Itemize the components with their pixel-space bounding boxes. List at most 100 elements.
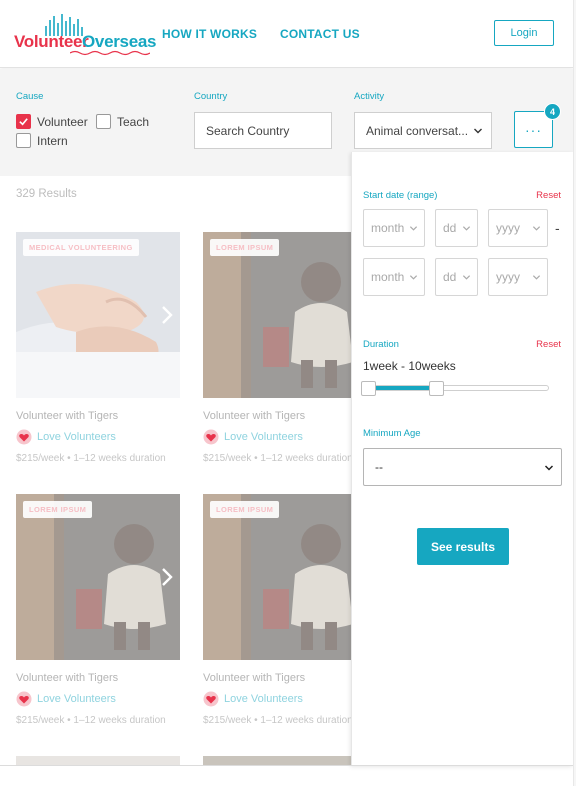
cause-intern-label: Intern	[37, 133, 68, 148]
card-organization[interactable]: Love Volunteers	[16, 691, 116, 707]
minimum-age-select[interactable]: --	[363, 448, 562, 486]
site-header: Volunteer Overseas HOW IT WORKS CONTACT …	[0, 0, 573, 68]
love-volunteers-logo-icon	[16, 429, 32, 445]
chevron-down-icon	[462, 275, 471, 280]
card-image: MEDICAL VOLUNTEERING	[16, 232, 180, 398]
card-category-tag: MEDICAL VOLUNTEERING	[23, 239, 139, 256]
start-year-select[interactable]: yyyy	[488, 209, 548, 247]
end-day-select[interactable]: dd	[435, 258, 478, 296]
nav-contact-us[interactable]: CONTACT US	[280, 27, 360, 41]
cause-label: Cause	[16, 91, 44, 102]
card-title[interactable]: Volunteer with Tigers	[16, 410, 118, 422]
start-year-placeholder: yyyy	[496, 221, 520, 235]
card-price: $215/week • 1–12 weeks duration	[203, 715, 353, 726]
child-photo	[16, 494, 180, 660]
checkbox-empty-icon	[96, 114, 111, 129]
card-image: LOREM IPSUM	[203, 232, 367, 398]
child-photo	[203, 494, 367, 660]
child-photo	[203, 232, 367, 398]
results-count: 329 Results	[16, 188, 77, 200]
love-volunteers-logo-icon	[16, 691, 32, 707]
activity-select-value: Animal conversat...	[366, 123, 469, 138]
card-organization[interactable]: Love Volunteers	[16, 429, 116, 445]
chevron-down-icon	[409, 226, 418, 231]
see-results-button[interactable]: See results	[417, 528, 509, 565]
duration-slider-fill	[369, 386, 437, 390]
start-day-placeholder: dd	[443, 221, 457, 235]
cause-teach-label: Teach	[117, 114, 150, 129]
card-title[interactable]: Volunteer with Tigers	[203, 410, 305, 422]
card-price: $215/week • 1–12 weeks duration	[16, 715, 166, 726]
start-date-label: Start date (range)	[363, 190, 438, 201]
start-month-select[interactable]: month	[363, 209, 425, 247]
duration-label: Duration	[363, 339, 399, 350]
activity-select[interactable]: Animal conversat...	[354, 112, 492, 149]
logo-word-overseas: Overseas	[82, 32, 157, 51]
start-date-reset-link[interactable]: Reset	[536, 190, 561, 201]
result-card[interactable]: LOREM IPSUM Volunteer with Tigers Love V…	[203, 494, 367, 726]
start-month-placeholder: month	[371, 221, 405, 235]
duration-reset-link[interactable]: Reset	[536, 339, 561, 350]
card-organization[interactable]: Love Volunteers	[203, 691, 303, 707]
chevron-down-icon	[474, 128, 482, 134]
logo-word-volunteer: Volunteer	[14, 32, 89, 51]
activity-label: Activity	[354, 91, 385, 102]
card-org-name: Love Volunteers	[37, 431, 116, 443]
card-organization[interactable]: Love Volunteers	[203, 429, 303, 445]
card-org-name: Love Volunteers	[37, 693, 116, 705]
end-year-placeholder: yyyy	[496, 270, 520, 284]
cause-volunteer-checkbox[interactable]: Volunteer	[16, 114, 88, 129]
active-filters-badge: 4	[544, 103, 561, 120]
card-category-tag: LOREM IPSUM	[210, 239, 280, 256]
card-image: LOREM IPSUM	[16, 494, 180, 660]
end-year-select[interactable]: yyyy	[488, 258, 548, 296]
card-title[interactable]: Volunteer with Tigers	[16, 672, 118, 684]
result-card[interactable]: LOREM IPSUM Volunteer with Tigers Love V…	[16, 494, 180, 726]
brand-logo[interactable]: Volunteer Overseas	[14, 14, 156, 56]
love-volunteers-logo-icon	[203, 691, 219, 707]
card-price: $215/week • 1–12 weeks duration	[203, 453, 353, 464]
checkbox-checked-icon	[16, 114, 31, 129]
card-category-tag: LOREM IPSUM	[210, 501, 280, 518]
duration-range-text: 1week - 10weeks	[363, 359, 456, 373]
end-day-placeholder: dd	[443, 270, 457, 284]
hands-photo	[16, 232, 180, 398]
start-day-select[interactable]: dd	[435, 209, 478, 247]
chevron-down-icon	[532, 226, 541, 231]
login-button[interactable]: Login	[494, 20, 554, 46]
chevron-down-icon	[532, 275, 541, 280]
result-card[interactable]: LOREM IPSUM Volunteer with Tigers Love V…	[203, 232, 367, 464]
date-range-separator: -	[555, 220, 560, 236]
logo-wave-icon	[70, 50, 150, 56]
checkbox-empty-icon	[16, 133, 31, 148]
chevron-right-icon[interactable]	[160, 305, 174, 325]
cause-volunteer-label: Volunteer	[37, 114, 88, 129]
love-volunteers-logo-icon	[203, 429, 219, 445]
country-label: Country	[194, 91, 228, 102]
card-title[interactable]: Volunteer with Tigers	[203, 672, 305, 684]
minimum-age-value: --	[375, 460, 383, 474]
country-search-input[interactable]: Search Country	[194, 112, 332, 149]
cause-intern-checkbox[interactable]: Intern	[16, 133, 68, 148]
card-image: LOREM IPSUM	[203, 494, 367, 660]
chevron-right-icon[interactable]	[160, 567, 174, 587]
content-divider	[0, 765, 573, 766]
card-price: $215/week • 1–12 weeks duration	[16, 453, 166, 464]
advanced-filters-panel: Start date (range) Reset month dd yyyy -…	[351, 152, 573, 766]
chevron-down-icon	[409, 275, 418, 280]
cause-teach-checkbox[interactable]: Teach	[96, 114, 149, 129]
result-card[interactable]: MEDICAL VOLUNTEERING Volunteer with Tige…	[16, 232, 180, 464]
nav-how-it-works[interactable]: HOW IT WORKS	[162, 27, 257, 41]
ellipsis-icon: ···	[525, 121, 542, 138]
card-org-name: Love Volunteers	[224, 431, 303, 443]
chevron-down-icon	[462, 226, 471, 231]
card-org-name: Love Volunteers	[224, 693, 303, 705]
end-month-placeholder: month	[371, 270, 405, 284]
end-month-select[interactable]: month	[363, 258, 425, 296]
duration-min-handle[interactable]	[361, 381, 376, 396]
duration-max-handle[interactable]	[429, 381, 444, 396]
minimum-age-label: Minimum Age	[363, 428, 421, 439]
card-category-tag: LOREM IPSUM	[23, 501, 93, 518]
chevron-down-icon	[544, 465, 554, 471]
duration-slider-track[interactable]	[363, 385, 549, 391]
